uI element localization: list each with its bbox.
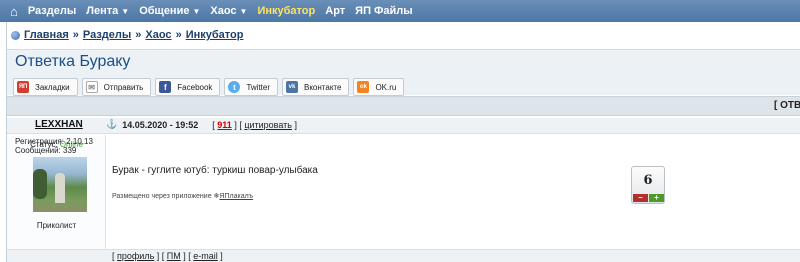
author-role: Приколист <box>36 221 77 230</box>
facebook-icon: f <box>159 81 172 93</box>
nav-label: Инкубатор <box>257 5 316 17</box>
breadcrumb-incubator[interactable]: Инкубатор <box>186 29 244 41</box>
posted-via: Размещено через приложение ❄ЯПлакалъ <box>112 192 253 200</box>
post-datetime: 14.05.2020 - 19:52 <box>122 119 199 130</box>
reply-link[interactable]: [ ОТВ <box>774 100 800 111</box>
button-label: Facebook <box>177 82 213 92</box>
send-button[interactable]: ✉ Отправить <box>81 78 152 96</box>
yap-logo-icon: ЯП <box>17 81 29 93</box>
bullet-icon <box>11 30 20 40</box>
vk-icon: vk <box>286 81 298 93</box>
vkontakte-button[interactable]: vk Вконтакте <box>282 78 350 96</box>
app-link[interactable]: ЯПлакалъ <box>219 193 253 200</box>
breadcrumb-sections[interactable]: Разделы <box>83 29 131 41</box>
nav-item-files[interactable]: ЯП Файлы <box>355 5 413 17</box>
email-link[interactable]: e-mail <box>193 251 218 261</box>
breadcrumb-chaos[interactable]: Хаос <box>145 29 171 41</box>
caret-down-icon: ▼ <box>192 6 201 16</box>
bookmarks-button[interactable]: ЯП Закладки <box>13 78 78 96</box>
post-header: LEXXHAN ⚓ 14.05.2020 - 19:52 [ 911 ] [ ц… <box>7 118 800 134</box>
nav-label: Разделы <box>27 5 77 17</box>
ok-button[interactable]: ok OK.ru <box>353 78 405 96</box>
breadcrumb-home[interactable]: Главная <box>24 29 69 41</box>
msgs-value: 339 <box>63 146 77 155</box>
post-author[interactable]: LEXXHAN <box>35 119 83 130</box>
profile-link[interactable]: профиль <box>117 251 154 261</box>
ok-icon: ok <box>357 81 370 93</box>
button-label: Вконтакте <box>304 82 342 92</box>
post-body: Бурак - гуглите ютуб: туркиш повар-улыба… <box>112 165 318 176</box>
nav-item-art[interactable]: Арт <box>325 5 345 17</box>
rate-up-button[interactable]: + <box>649 194 664 202</box>
nav-item-communication[interactable]: Общение ▼ <box>139 5 200 17</box>
post-rating: 6 – + <box>631 166 665 204</box>
envelope-icon: ✉ <box>85 81 98 93</box>
post-meta: ⚓ 14.05.2020 - 19:52 [ 911 ] [ цитироват… <box>106 119 297 130</box>
twitter-icon: t <box>228 81 241 93</box>
anchor-icon[interactable]: ⚓ <box>106 119 117 130</box>
bracket-close: ] <box>292 119 298 130</box>
author-stats: Регистрация: 2.10.13 Сообщений: 339 <box>15 137 93 155</box>
nav-label: Хаос <box>210 5 237 17</box>
breadcrumb: Главная » Разделы » Хаос » Инкубатор <box>11 29 243 41</box>
nav-label: Арт <box>325 5 346 17</box>
topic-header: Ответка Бураку ЯП Закладки ✉ Отправить f Fa… <box>7 49 800 96</box>
nav-label: Лента <box>86 5 119 17</box>
top-navigation: ⌂ Разделы Лента ▼ Общение ▼ Хаос ▼ Инкубато… <box>0 0 800 22</box>
twitter-button[interactable]: t Twitter <box>224 78 278 96</box>
pm-link[interactable]: ПМ <box>167 251 181 261</box>
breadcrumb-separator: » <box>72 29 79 41</box>
bracket-sep: ] [ <box>231 119 245 130</box>
breadcrumb-separator: » <box>175 29 182 41</box>
nav-item-incubator[interactable]: Инкубатор <box>257 5 315 17</box>
nav-item-feed[interactable]: Лента ▼ <box>86 5 129 17</box>
avatar-figure <box>55 173 65 203</box>
via-text: Размещено через приложение <box>112 193 212 200</box>
nav-item-sections[interactable]: Разделы <box>28 5 76 17</box>
rating-value: 6 <box>643 173 653 188</box>
rate-down-button[interactable]: – <box>633 194 648 202</box>
caret-down-icon: ▼ <box>239 6 248 16</box>
page-title: Ответка Бураку <box>15 53 131 70</box>
msgs-label: Сообщений: <box>15 146 61 155</box>
reg-value: 2.10.13 <box>66 137 93 146</box>
share-buttons: ЯП Закладки ✉ Отправить f Facebook t Twitter… <box>13 78 408 96</box>
nav-label: ЯП Файлы <box>355 5 413 17</box>
reg-label: Регистрация: <box>15 137 64 146</box>
nav-label: Общение <box>139 5 190 17</box>
main-content: Главная » Разделы » Хаос » Инкубатор Отв… <box>6 22 800 262</box>
post-footer: [ профиль ] [ ПМ ] [ e-mail ] <box>7 249 800 262</box>
nav-item-chaos[interactable]: Хаос ▼ <box>210 5 247 17</box>
caret-down-icon: ▼ <box>121 6 130 16</box>
quote-link[interactable]: цитировать <box>244 120 292 130</box>
button-label: Twitter <box>246 82 270 92</box>
button-label: Закладки <box>35 82 70 92</box>
author-links: [ профиль ] [ ПМ ] [ e-mail ] <box>112 251 223 261</box>
facebook-button[interactable]: f Facebook <box>155 78 221 96</box>
avatar[interactable] <box>33 157 87 212</box>
post-number[interactable]: 911 <box>217 120 232 130</box>
reply-bar: [ ОТВ <box>7 96 800 116</box>
home-icon[interactable]: ⌂ <box>10 4 18 19</box>
button-label: Отправить <box>103 82 144 92</box>
button-label: OK.ru <box>375 82 397 92</box>
avatar-tree <box>33 169 47 199</box>
breadcrumb-separator: » <box>135 29 142 41</box>
